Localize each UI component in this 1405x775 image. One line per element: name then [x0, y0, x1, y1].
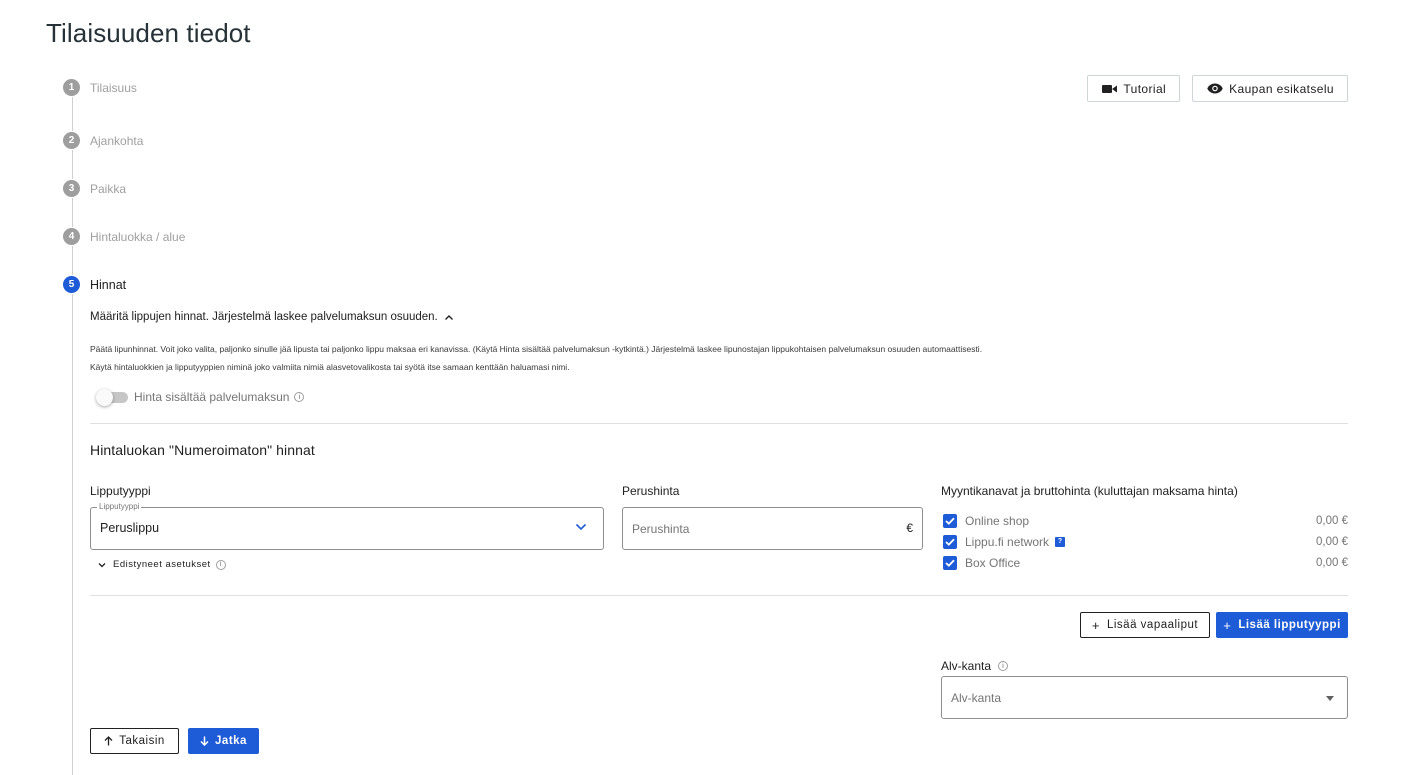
- plus-icon: +: [1223, 617, 1232, 633]
- info-icon[interactable]: i: [294, 392, 305, 402]
- continue-label: Jatka: [215, 735, 247, 747]
- channel-price: 0,00 €: [1316, 556, 1348, 569]
- currency-suffix: €: [906, 521, 913, 535]
- channel-name: Box Office: [965, 555, 1021, 570]
- arrow-up-icon: [104, 736, 113, 746]
- channel-checkbox[interactable]: [943, 513, 957, 528]
- advanced-settings-label: Edistyneet asetukset: [113, 559, 211, 570]
- info-icon[interactable]: i: [998, 661, 1009, 671]
- step-number: 5: [63, 276, 80, 293]
- step-number: 2: [63, 132, 80, 149]
- section-title: Hintaluokan "Numeroimaton" hinnat: [90, 442, 315, 458]
- back-label: Takaisin: [119, 735, 165, 747]
- channel-name: Lippu.fi network: [965, 534, 1050, 549]
- add-free-tickets-label: Lisää vapaaliput: [1106, 619, 1199, 631]
- step-ajankohta[interactable]: 2 Ajankohta: [63, 132, 143, 149]
- channel-checkbox[interactable]: [943, 555, 957, 570]
- step-number: 3: [63, 180, 80, 197]
- step-number: 4: [63, 228, 80, 245]
- divider: [90, 423, 1348, 424]
- video-camera-icon: [1102, 84, 1118, 93]
- vat-placeholder: Alv-kanta: [951, 691, 1002, 705]
- base-price-placeholder: Perushinta: [632, 522, 690, 536]
- ticket-type-legend: Lipputyyppi: [97, 502, 142, 511]
- info-icon[interactable]: i: [215, 559, 226, 570]
- stepper-connector: [72, 150, 73, 179]
- channel-name: Online shop: [965, 513, 1030, 528]
- description-toggle-label: Määritä lippujen hinnat. Järjestelmä las…: [90, 311, 438, 323]
- step-label: Hinnat: [90, 277, 127, 292]
- advanced-settings-toggle[interactable]: Edistyneet asetukset i: [98, 559, 226, 570]
- dropdown-caret-icon: [1326, 696, 1334, 701]
- add-ticket-type-label: Lisää lipputyyppi: [1238, 619, 1341, 631]
- check-icon: [945, 538, 955, 546]
- store-preview-button[interactable]: Kaupan esikatselu: [1192, 75, 1348, 102]
- step-hinnat[interactable]: 5 Hinnat: [63, 276, 126, 293]
- back-button[interactable]: Takaisin: [90, 728, 179, 754]
- page-title: Tilaisuuden tiedot: [46, 18, 251, 48]
- vat-select[interactable]: Alv-kanta: [941, 676, 1348, 719]
- stepper-connector: [72, 97, 73, 131]
- service-fee-switch[interactable]: [96, 388, 128, 406]
- vat-label-row: Alv-kanta i: [941, 659, 1009, 673]
- channel-price: 0,00 €: [1316, 514, 1348, 527]
- plus-icon: +: [1091, 617, 1100, 633]
- channel-price: 0,00 €: [1316, 535, 1348, 548]
- description-toggle[interactable]: Määritä lippujen hinnat. Järjestelmä las…: [90, 311, 1348, 323]
- service-fee-switch-label: Hinta sisältää palvelumaksun: [134, 390, 290, 404]
- base-price-label: Perushinta: [622, 484, 680, 498]
- step-label: Ajankohta: [90, 133, 144, 148]
- channel-online-shop: Online shop 0,00 €: [941, 510, 1348, 531]
- tutorial-button[interactable]: Tutorial: [1087, 75, 1181, 102]
- chevron-down-icon: [98, 562, 106, 567]
- check-icon: [945, 517, 955, 525]
- check-icon: [945, 559, 955, 567]
- tutorial-label: Tutorial: [1123, 81, 1167, 96]
- arrow-down-icon: [200, 736, 209, 746]
- channel-box-office: Box Office 0,00 €: [941, 552, 1348, 573]
- ticket-type-value: Peruslippu: [100, 521, 160, 535]
- stepper-connector: [72, 198, 73, 227]
- step-hintaluokka[interactable]: 4 Hintaluokka / alue: [63, 228, 185, 245]
- divider: [90, 595, 1348, 596]
- store-preview-label: Kaupan esikatselu: [1229, 81, 1334, 96]
- base-price-input[interactable]: Perushinta €: [622, 507, 923, 550]
- ticket-type-label: Lipputyyppi: [90, 484, 151, 498]
- add-ticket-type-button[interactable]: + Lisää lipputyyppi: [1216, 612, 1348, 638]
- sales-channels-label: Myyntikanavat ja bruttohinta (kuluttajan…: [941, 484, 1238, 498]
- description-line: Käytä hintaluokkien ja lipputyyppien nim…: [90, 362, 570, 372]
- continue-button[interactable]: Jatka: [188, 728, 259, 754]
- step-number: 1: [63, 79, 80, 96]
- eye-icon: [1207, 83, 1223, 94]
- header-actions: Tutorial Kaupan esikatselu: [1087, 75, 1348, 102]
- channel-lippu-fi-network: Lippu.fi network? 0,00 €: [941, 531, 1348, 552]
- step-label: Hintaluokka / alue: [90, 229, 186, 244]
- add-free-tickets-button[interactable]: + Lisää vapaaliput: [1080, 612, 1210, 638]
- vat-label: Alv-kanta: [941, 659, 992, 673]
- step-label: Tilaisuus: [90, 80, 137, 95]
- switch-knob: [96, 388, 113, 406]
- channel-checkbox[interactable]: [943, 534, 957, 549]
- help-icon[interactable]: ?: [1055, 536, 1066, 547]
- chevron-up-icon: [444, 314, 453, 320]
- stepper-connector: [72, 294, 73, 775]
- description-text: Päätä lipunhinnat. Voit joko valita, pal…: [90, 340, 1348, 376]
- step-tilaisuus[interactable]: 1 Tilaisuus: [63, 79, 137, 96]
- step-paikka[interactable]: 3 Paikka: [63, 180, 126, 197]
- step-label: Paikka: [90, 181, 127, 196]
- sales-channels-list: Online shop 0,00 € Lippu.fi network? 0,0…: [941, 510, 1348, 573]
- service-fee-switch-row: Hinta sisältää palvelumaksun i: [96, 388, 305, 406]
- ticket-type-select[interactable]: Lipputyyppi Peruslippu: [90, 502, 604, 550]
- stepper-connector: [72, 246, 73, 275]
- description-line: Päätä lipunhinnat. Voit joko valita, pal…: [90, 344, 983, 354]
- chevron-down-icon: [575, 523, 587, 531]
